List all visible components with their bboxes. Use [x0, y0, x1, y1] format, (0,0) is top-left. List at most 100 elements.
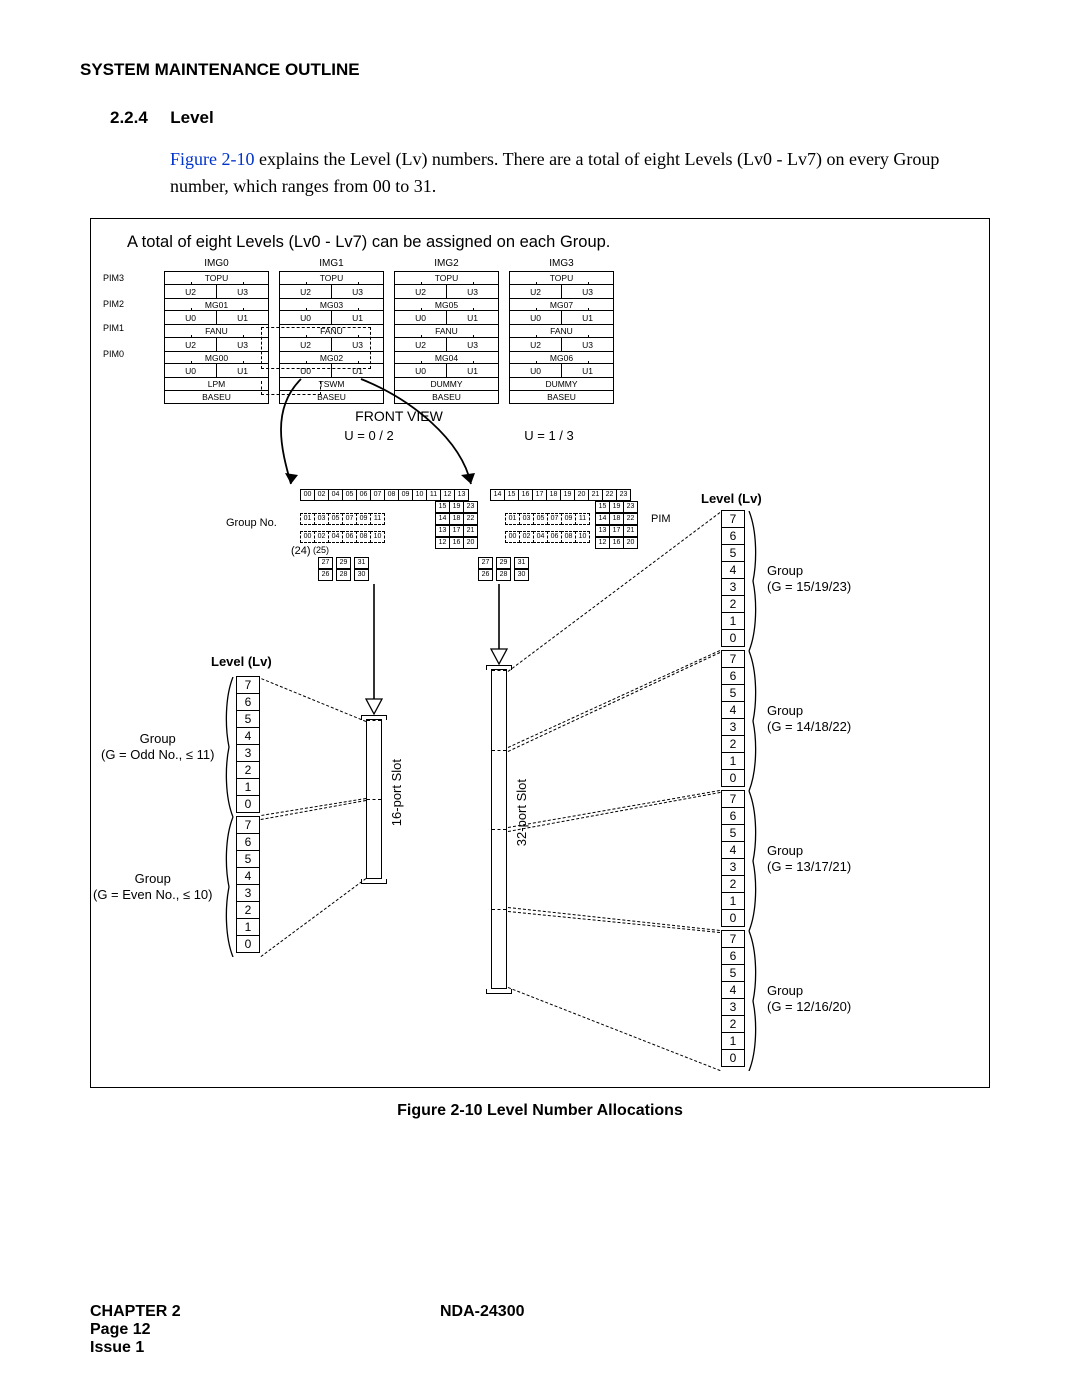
u-row: U0U1	[510, 363, 613, 377]
num-cell: 21	[463, 525, 478, 537]
level-cell: 2	[721, 1015, 745, 1033]
num-cell: 27	[318, 557, 333, 569]
num-cell: 29	[336, 557, 351, 569]
level-cell: 3	[236, 884, 260, 902]
num-cell: 16	[518, 489, 533, 501]
mg-cell: MG07	[510, 298, 613, 310]
num-cell: 18	[546, 489, 561, 501]
u-row: U0U1	[280, 310, 383, 324]
img-stack: TOPUU2U3MG05U0U1FANUU2U3MG04U0U1DUMMYBAS…	[394, 271, 499, 404]
num-cell: 31	[354, 557, 369, 569]
img-column: IMG1TOPUU2U3MG03U0U1FANUU2U3MG02U0U1TSWM…	[279, 258, 384, 404]
num-cell: 15	[435, 501, 450, 513]
level-cell: 7	[236, 676, 260, 694]
num-cell: 28	[496, 569, 511, 581]
group-label-left: Group (G = Even No., ≤ 10)	[93, 871, 213, 904]
level-cell: 0	[721, 1049, 745, 1067]
u-cell: U2	[395, 338, 447, 351]
num-row: 131721	[436, 525, 478, 537]
num-cell: 08	[561, 531, 576, 543]
mg-cell: MG05	[395, 298, 498, 310]
level-cell: 5	[721, 964, 745, 982]
img-cell: TSWM	[280, 377, 383, 390]
u-cell: U2	[280, 338, 332, 351]
u-cell: U0	[510, 364, 562, 377]
level-cell: 5	[721, 684, 745, 702]
mg-cell: MG01	[165, 298, 268, 310]
num-cell: 30	[354, 569, 369, 581]
num-row-dashed: 010305070911	[506, 513, 590, 525]
num-cell: 04	[533, 531, 548, 543]
img-cell: BASEU	[165, 390, 268, 403]
img-col-label: IMG2	[394, 258, 499, 269]
num-row: 141822	[436, 513, 478, 525]
level-cell: 5	[236, 710, 260, 728]
pim-text: PIM	[651, 513, 671, 525]
num-cell: 10	[370, 531, 385, 543]
num-cell: 11	[575, 513, 590, 525]
num-cell: 03	[314, 513, 329, 525]
dashed-line	[508, 792, 720, 832]
level-cell: 1	[236, 918, 260, 936]
u-cell: U1	[447, 364, 498, 377]
u-row: U2U3	[165, 337, 268, 351]
u-cell: U2	[395, 285, 447, 298]
num-cell: 00	[300, 489, 315, 501]
dashed-line	[261, 800, 366, 820]
num-cell: 09	[356, 513, 371, 525]
group-label-right: Group(G = 15/19/23)	[767, 563, 851, 596]
num-cell: 29	[496, 557, 511, 569]
num-row: 272931	[319, 557, 373, 569]
brace-icon	[221, 677, 235, 817]
u-cell: U0	[280, 311, 332, 324]
level-cell: 1	[236, 778, 260, 796]
num-stack: 272931262830	[479, 557, 533, 581]
dashed-line	[261, 678, 366, 722]
num-cell: 20	[574, 489, 589, 501]
group-label-right: Group(G = 14/18/22)	[767, 703, 851, 736]
arrow-down-icon	[484, 584, 514, 669]
u-equals-right: U = 1 / 3	[524, 428, 574, 443]
num-cell: 23	[463, 501, 478, 513]
num-cell: 08	[384, 489, 399, 501]
page-footer: CHAPTER 2 Page 12 Issue 1 NDA-24300	[90, 1303, 990, 1357]
u-cell: U2	[165, 285, 217, 298]
num-row-dashed: 000204060810	[301, 531, 385, 543]
num-cell: 12	[435, 537, 450, 549]
group-label-line: (G = Even No., ≤ 10)	[93, 887, 213, 902]
img-cell: TOPU	[510, 272, 613, 284]
u-row: U0U1	[165, 363, 268, 377]
footer-chapter: CHAPTER 2	[90, 1303, 990, 1321]
num-cell: 23	[616, 489, 631, 501]
level-cell: 6	[721, 667, 745, 685]
level-cell: 6	[236, 833, 260, 851]
group-label-right: Group(G = 13/17/21)	[767, 843, 851, 876]
level-cell: 7	[721, 930, 745, 948]
level-cell: 6	[721, 527, 745, 545]
pim-label: PIM2	[103, 297, 124, 311]
figure-reference-link[interactable]: Figure 2-10	[170, 149, 255, 169]
group-no-label: Group No.	[226, 517, 277, 529]
section-title: Level	[170, 108, 213, 128]
num-cell: 03	[519, 513, 534, 525]
num-cell: 10	[575, 531, 590, 543]
num-cell: 26	[478, 569, 493, 581]
num-cell: 06	[342, 531, 357, 543]
slot-cap	[361, 715, 387, 720]
u-cell: U3	[217, 285, 268, 298]
img-col-label: IMG3	[509, 258, 614, 269]
num-cell: 18	[609, 513, 624, 525]
num-cell: 06	[356, 489, 371, 501]
u-cell: U1	[562, 311, 613, 324]
num-cell: 05	[328, 513, 343, 525]
page-header: SYSTEM MAINTENANCE OUTLINE	[80, 60, 1000, 80]
group-label-line: Group	[93, 871, 213, 887]
u-cell: U0	[165, 311, 217, 324]
u-cell: U1	[217, 364, 268, 377]
img-stack: TOPUU2U3MG07U0U1FANUU2U3MG06U0U1DUMMYBAS…	[509, 271, 614, 404]
mg-cell: MG03	[280, 298, 383, 310]
level-cell: 3	[721, 578, 745, 596]
level-stack: 76543210	[721, 651, 745, 787]
body-paragraph: Figure 2-10 explains the Level (Lv) numb…	[170, 146, 990, 200]
num-cell: 21	[588, 489, 603, 501]
